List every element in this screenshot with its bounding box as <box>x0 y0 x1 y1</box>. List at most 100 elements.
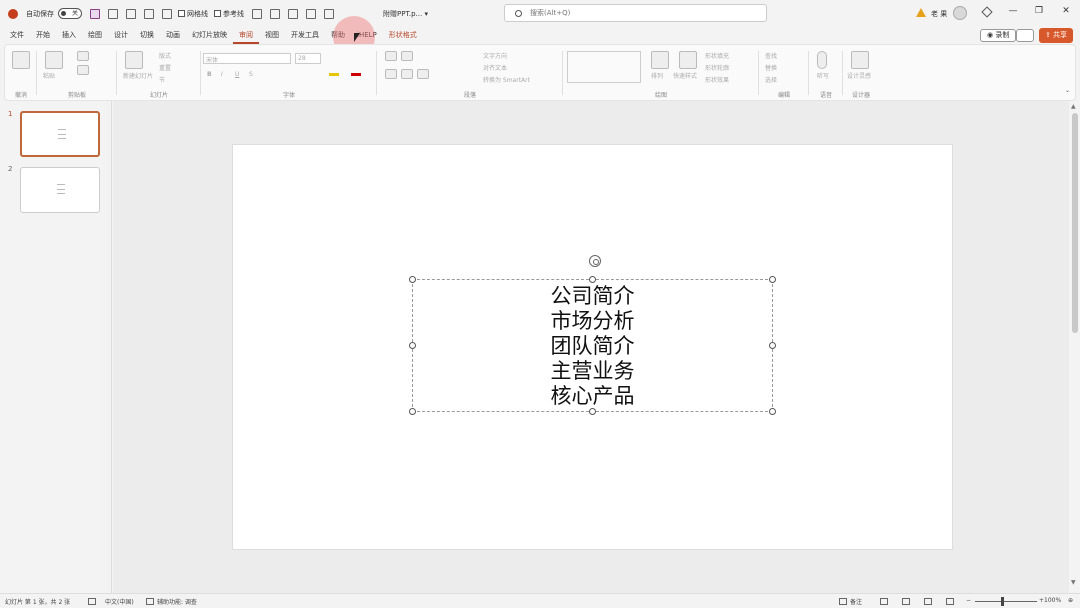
bold-button[interactable]: B <box>207 71 212 78</box>
numbering-icon[interactable] <box>401 51 413 61</box>
close-button[interactable]: ✕ <box>1059 6 1073 16</box>
tab-home[interactable]: 开始 <box>30 27 56 44</box>
group-icon[interactable] <box>306 8 316 19</box>
new-slide-icon[interactable] <box>125 51 143 69</box>
record-button[interactable]: ◉ 录制 <box>980 29 1017 42</box>
font-name-select[interactable]: 宋体 <box>203 53 291 64</box>
collapse-ribbon-icon[interactable]: ⌄ <box>1065 87 1070 94</box>
avatar[interactable] <box>953 6 967 20</box>
tab-draw[interactable]: 绘图 <box>82 27 108 44</box>
shape-outline-button[interactable]: 形状轮廓 <box>705 63 729 72</box>
shape-fill-button[interactable]: 形状填充 <box>705 51 729 60</box>
tab-view[interactable]: 视图 <box>259 27 285 44</box>
bullets-icon[interactable] <box>385 51 397 61</box>
arrange-icon[interactable] <box>651 51 669 69</box>
tab-design[interactable]: 设计 <box>108 27 134 44</box>
select-button[interactable]: 选择 <box>765 75 777 84</box>
slide-sorter-icon[interactable] <box>902 598 910 605</box>
arrange-label[interactable]: 排列 <box>651 71 663 80</box>
share-button[interactable]: ⇪ 共享 <box>1039 28 1073 43</box>
font-size-select[interactable]: 28 <box>295 53 321 64</box>
notes-button[interactable]: 备注 <box>850 597 862 606</box>
autosave-toggle[interactable]: 关 <box>58 8 82 19</box>
tab-transitions[interactable]: 切换 <box>134 27 160 44</box>
warning-icon[interactable] <box>916 8 926 17</box>
slideshow-icon[interactable] <box>946 598 954 605</box>
scroll-down-icon[interactable]: ▼ <box>1071 579 1076 586</box>
minimize-button[interactable]: — <box>1006 6 1020 16</box>
font-color-icon[interactable] <box>351 73 361 76</box>
textbox-content[interactable]: 公司简介 市场分析 团队简介 主营业务 核心产品 <box>413 284 772 409</box>
italic-button[interactable]: I <box>221 71 223 78</box>
align-left-icon[interactable] <box>385 69 397 79</box>
gridlines-checkbox[interactable]: 网格线 <box>178 9 208 19</box>
redo-icon[interactable] <box>144 8 154 19</box>
section-button[interactable]: 节 <box>159 75 165 84</box>
tab-animations[interactable]: 动画 <box>160 27 186 44</box>
align-center-icon[interactable] <box>401 69 413 79</box>
designer-icon[interactable] <box>851 51 869 69</box>
text-icon[interactable] <box>288 8 298 19</box>
notes-icon[interactable] <box>839 598 847 605</box>
tab-shape-format[interactable]: 形状格式 <box>383 27 423 44</box>
tab-file[interactable]: 文件 <box>4 27 30 44</box>
guides-checkbox[interactable]: 参考线 <box>214 9 244 19</box>
quick-styles-label[interactable]: 快速样式 <box>673 71 697 80</box>
language-indicator[interactable]: 中文(中国) <box>105 597 134 606</box>
spellcheck-icon[interactable] <box>88 598 96 605</box>
zoom-out-icon[interactable]: − <box>966 597 971 604</box>
text-direction-button[interactable]: 文字方向 <box>483 51 507 60</box>
align-right-icon[interactable] <box>417 69 429 79</box>
slide-canvas[interactable]: 公司简介 市场分析 团队简介 主营业务 核心产品 <box>232 144 953 550</box>
present-icon[interactable] <box>108 8 118 19</box>
new-slide-label[interactable]: 新建幻灯片 <box>123 71 153 80</box>
scrollbar-thumb[interactable] <box>1072 113 1078 333</box>
paste-icon[interactable] <box>45 51 63 69</box>
resize-handle-bottom-right[interactable] <box>769 408 776 415</box>
copy-icon[interactable] <box>77 65 89 75</box>
replace-button[interactable]: 替换 <box>765 63 777 72</box>
zoom-slider-thumb[interactable] <box>1001 597 1004 606</box>
accessibility-status[interactable]: 辅助功能: 调查 <box>157 597 197 606</box>
resize-handle-bottom-left[interactable] <box>409 408 416 415</box>
tab-insert[interactable]: 插入 <box>56 27 82 44</box>
resize-handle-bottom[interactable] <box>589 408 596 415</box>
microphone-icon[interactable] <box>817 51 827 69</box>
reading-view-icon[interactable] <box>924 598 932 605</box>
quick-styles-icon[interactable] <box>679 51 697 69</box>
zoom-slider[interactable] <box>975 601 1037 602</box>
resize-handle-top[interactable] <box>589 276 596 283</box>
align-text-button[interactable]: 对齐文本 <box>483 63 507 72</box>
find-button[interactable]: 查找 <box>765 51 777 60</box>
search-input[interactable] <box>530 9 730 17</box>
cut-icon[interactable] <box>77 51 89 61</box>
search-box[interactable] <box>504 4 767 22</box>
reset-button[interactable]: 重置 <box>159 63 171 72</box>
fit-slide-icon[interactable]: ⊕ <box>1068 597 1073 604</box>
vertical-scrollbar[interactable]: ▲ ▼ <box>1070 101 1080 593</box>
rotate-handle-icon[interactable] <box>589 255 601 267</box>
layout-button[interactable]: 版式 <box>159 51 171 60</box>
print-icon[interactable] <box>270 8 280 19</box>
restore-button[interactable]: ❐ <box>1032 6 1046 16</box>
tab-review[interactable]: 审阅 <box>233 28 259 44</box>
underline-button[interactable]: U <box>235 71 239 78</box>
strikethrough-button[interactable]: S <box>249 71 253 78</box>
document-title[interactable]: 附赠PPT.p... ▾ <box>383 9 428 19</box>
undo-icon[interactable] <box>126 8 136 19</box>
slide-thumbnail-2[interactable] <box>20 167 100 213</box>
normal-view-icon[interactable] <box>880 598 888 605</box>
accessibility-icon[interactable] <box>146 598 154 605</box>
scroll-up-icon[interactable]: ▲ <box>1071 103 1076 110</box>
dictate-label[interactable]: 听写 <box>817 71 829 80</box>
save-icon[interactable] <box>90 8 100 19</box>
highlight-color-icon[interactable] <box>329 73 339 76</box>
tab-slideshow[interactable]: 幻灯片放映 <box>186 27 233 44</box>
tab-developer[interactable]: 开发工具 <box>285 27 325 44</box>
resize-handle-top-right[interactable] <box>769 276 776 283</box>
user-name[interactable]: 老 果 <box>931 9 947 19</box>
distribute-icon[interactable] <box>324 8 334 19</box>
undo-icon[interactable] <box>12 51 30 69</box>
comment-button[interactable] <box>1016 29 1034 42</box>
zoom-level[interactable]: 100% <box>1044 597 1061 604</box>
